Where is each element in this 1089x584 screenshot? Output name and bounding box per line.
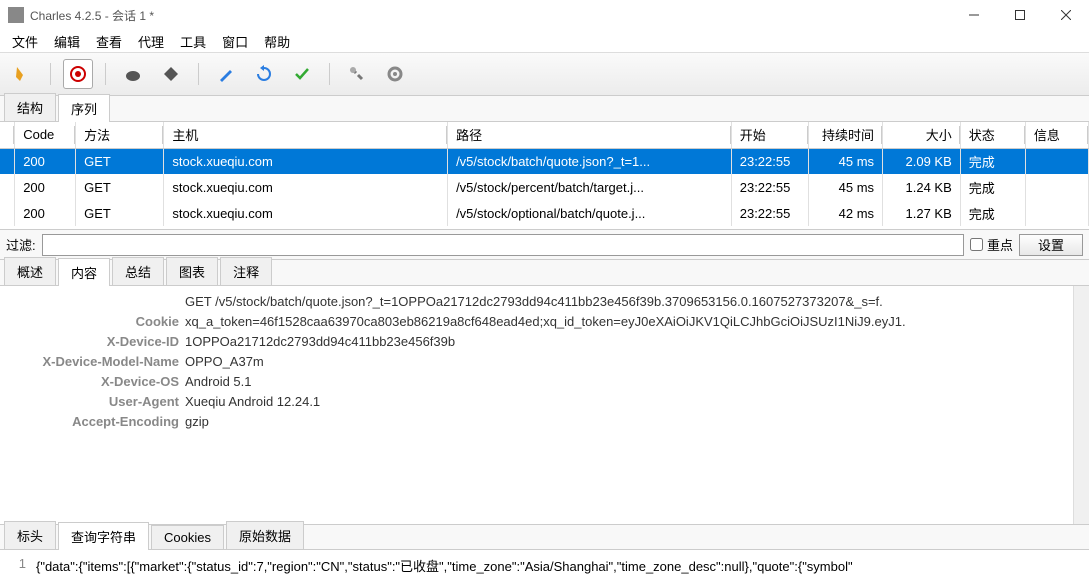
header-row: Cookiexq_a_token=46f1528caa63970ca803eb8… (10, 312, 1079, 332)
header-row: X-Device-ID1OPPOa21712dc2793dd94c411bb23… (10, 332, 1079, 352)
tab-chart[interactable]: 图表 (166, 257, 218, 285)
col-size[interactable]: 大小 (883, 122, 961, 148)
toolbar (0, 52, 1089, 96)
detail-tabbar: 概述 内容 总结 图表 注释 (0, 260, 1089, 286)
tab-raw[interactable]: 原始数据 (226, 521, 304, 549)
breakpoint-icon[interactable] (156, 59, 186, 89)
throttle-icon[interactable] (118, 59, 148, 89)
titlebar: Charles 4.2.5 - 会话 1 * (0, 0, 1089, 30)
tab-sequence[interactable]: 序列 (58, 94, 110, 122)
header-row: Accept-Encodinggzip (10, 412, 1079, 432)
focus-checkbox[interactable]: 重点 (970, 235, 1013, 254)
response-view[interactable]: 1 {"data":{"items":[{"market":{"status_i… (0, 550, 1089, 584)
tools-icon[interactable] (342, 59, 372, 89)
table-header-row: Code 方法 主机 路径 开始 持续时间 大小 状态 信息 (0, 122, 1089, 148)
filterbar: 过滤: 重点 设置 (0, 230, 1089, 260)
refresh-icon[interactable] (249, 59, 279, 89)
menu-file[interactable]: 文件 (4, 30, 46, 53)
main-tabbar: 结构 序列 (0, 96, 1089, 122)
request-subtabs: 标头 查询字符串 Cookies 原始数据 (0, 524, 1089, 550)
app-icon (8, 7, 24, 23)
settings-icon[interactable] (380, 59, 410, 89)
col-start[interactable]: 开始 (731, 122, 809, 148)
check-icon[interactable] (287, 59, 317, 89)
window-controls (951, 0, 1089, 30)
col-host[interactable]: 主机 (164, 122, 448, 148)
tab-query[interactable]: 查询字符串 (58, 522, 149, 550)
tab-structure[interactable]: 结构 (4, 93, 56, 121)
maximize-button[interactable] (997, 0, 1043, 30)
col-method[interactable]: 方法 (76, 122, 164, 148)
detail-area: 概述 内容 总结 图表 注释 GET /v5/stock/batch/quote… (0, 260, 1089, 584)
settings-button[interactable]: 设置 (1019, 234, 1083, 256)
menu-tools[interactable]: 工具 (172, 30, 214, 53)
tab-headers[interactable]: 标头 (4, 521, 56, 549)
menubar: 文件 编辑 查看 代理 工具 窗口 帮助 (0, 30, 1089, 52)
response-body: {"data":{"items":[{"market":{"status_id"… (36, 556, 1079, 578)
tab-summary[interactable]: 总结 (112, 257, 164, 285)
broom-icon[interactable] (8, 59, 38, 89)
col-info[interactable]: 信息 (1025, 122, 1088, 148)
minimize-button[interactable] (951, 0, 997, 30)
header-row: User-AgentXueqiu Android 12.24.1 (10, 392, 1079, 412)
col-status[interactable]: 状态 (960, 122, 1025, 148)
header-row: X-Device-OSAndroid 5.1 (10, 372, 1079, 392)
menu-view[interactable]: 查看 (88, 30, 130, 53)
request-line: GET /v5/stock/batch/quote.json?_t=1OPPOa… (185, 292, 1079, 312)
menu-edit[interactable]: 编辑 (46, 30, 88, 53)
col-path[interactable]: 路径 (448, 122, 732, 148)
header-row: X-Device-Model-NameOPPO_A37m (10, 352, 1079, 372)
table-row[interactable]: 200 GET stock.xueqiu.com /v5/stock/optio… (0, 200, 1089, 226)
edit-icon[interactable] (211, 59, 241, 89)
record-icon[interactable] (63, 59, 93, 89)
filter-input[interactable] (42, 234, 964, 256)
tab-notes[interactable]: 注释 (220, 257, 272, 285)
line-number: 1 (10, 556, 36, 578)
tab-overview[interactable]: 概述 (4, 257, 56, 285)
request-table[interactable]: Code 方法 主机 路径 开始 持续时间 大小 状态 信息 200 GET s… (0, 122, 1089, 230)
table-row[interactable]: 200 GET stock.xueqiu.com /v5/stock/batch… (0, 148, 1089, 174)
col-code[interactable]: Code (15, 122, 76, 148)
scrollbar[interactable] (1073, 286, 1089, 524)
menu-proxy[interactable]: 代理 (130, 30, 172, 53)
menu-window[interactable]: 窗口 (214, 30, 256, 53)
tab-cookies[interactable]: Cookies (151, 525, 224, 549)
menu-help[interactable]: 帮助 (256, 30, 298, 53)
col-duration[interactable]: 持续时间 (809, 122, 883, 148)
close-button[interactable] (1043, 0, 1089, 30)
tab-content[interactable]: 内容 (58, 258, 110, 286)
headers-view[interactable]: GET /v5/stock/batch/quote.json?_t=1OPPOa… (0, 286, 1089, 524)
filter-label: 过滤: (6, 235, 36, 254)
window-title: Charles 4.2.5 - 会话 1 * (30, 7, 951, 24)
table-row[interactable]: 200 GET stock.xueqiu.com /v5/stock/perce… (0, 174, 1089, 200)
